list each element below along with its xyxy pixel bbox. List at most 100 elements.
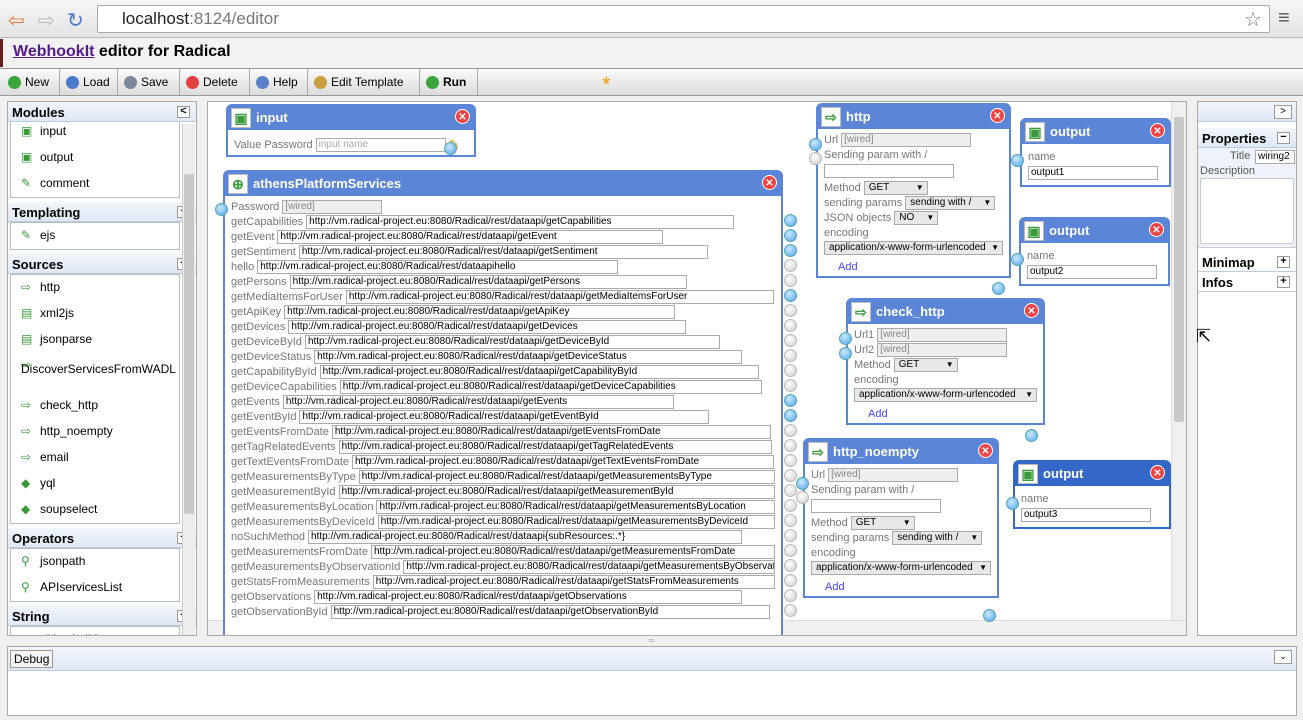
module-item-soupselect[interactable]: ◆ soupselect bbox=[11, 497, 179, 523]
module-item-jsonpath[interactable]: ⚲ jsonpath bbox=[11, 549, 179, 575]
module-header[interactable]: ▣ output ✕ bbox=[1015, 462, 1169, 486]
terminal[interactable] bbox=[784, 544, 797, 557]
close-icon[interactable]: ✕ bbox=[1024, 303, 1039, 318]
close-icon[interactable]: ✕ bbox=[990, 108, 1005, 123]
output-name-field[interactable]: output1 bbox=[1028, 166, 1158, 180]
section-templating[interactable]: Templating− bbox=[8, 202, 196, 222]
expand-infos-button[interactable]: + bbox=[1277, 276, 1290, 288]
service-url-input[interactable]: http://vm.radical-project.eu:8080/Radica… bbox=[330, 604, 770, 619]
close-icon[interactable]: ✕ bbox=[1150, 123, 1165, 138]
service-url-input[interactable]: http://vm.radical-project.eu:8080/Radica… bbox=[282, 394, 675, 409]
terminal[interactable] bbox=[215, 203, 228, 216]
back-icon[interactable]: ⇦ bbox=[8, 8, 25, 33]
service-url-input[interactable]: http://vm.radical-project.eu:8080/Radica… bbox=[376, 499, 775, 514]
sending-params-select[interactable]: sending with / bbox=[905, 195, 996, 210]
terminal[interactable] bbox=[796, 491, 809, 504]
service-url-input[interactable]: http://vm.radical-project.eu:8080/Radica… bbox=[298, 244, 709, 259]
terminal[interactable] bbox=[784, 484, 797, 497]
terminal[interactable] bbox=[784, 349, 797, 362]
terminal[interactable] bbox=[784, 439, 797, 452]
terminal[interactable] bbox=[784, 259, 797, 272]
terminal[interactable] bbox=[784, 394, 797, 407]
reload-icon[interactable]: ↻ bbox=[67, 8, 84, 33]
terminal[interactable] bbox=[784, 244, 797, 257]
service-url-input[interactable]: http://vm.radical-project.eu:8080/Radica… bbox=[377, 514, 775, 529]
terminal[interactable] bbox=[784, 454, 797, 467]
service-url-input[interactable]: http://vm.radical-project.eu:8080/Radica… bbox=[284, 304, 676, 319]
save-button[interactable]: Save bbox=[118, 69, 180, 95]
splitter-handle[interactable]: ═ bbox=[0, 637, 1303, 645]
terminal[interactable] bbox=[784, 529, 797, 542]
bookmark-star-icon[interactable]: ☆ bbox=[1244, 7, 1262, 32]
module-item-xml2js[interactable]: ▤ xml2js bbox=[11, 301, 179, 327]
wiring-title-input[interactable]: wiring2 bbox=[1255, 150, 1295, 164]
minimap-header[interactable]: Minimap + bbox=[1198, 252, 1296, 272]
module-item-jsonparse[interactable]: ▤ jsonparse bbox=[11, 327, 179, 353]
service-url-input[interactable]: http://vm.radical-project.eu:8080/Radica… bbox=[319, 364, 760, 379]
terminal[interactable] bbox=[784, 559, 797, 572]
terminal[interactable] bbox=[983, 609, 996, 622]
webhookit-link[interactable]: WebhookIt bbox=[13, 43, 94, 60]
terminal[interactable] bbox=[1006, 497, 1019, 510]
delete-button[interactable]: Delete bbox=[180, 69, 250, 95]
athens-platform-services-module[interactable]: ⊕ athensPlatformServices ✕ Password [wired] g… bbox=[223, 170, 783, 635]
terminal[interactable] bbox=[784, 409, 797, 422]
expand-minimap-button[interactable]: + bbox=[1277, 256, 1290, 268]
terminal[interactable] bbox=[784, 229, 797, 242]
method-select[interactable]: GET bbox=[863, 180, 928, 195]
service-url-input[interactable]: http://vm.radical-project.eu:8080/Radica… bbox=[370, 544, 775, 559]
terminal[interactable] bbox=[1011, 154, 1024, 167]
module-item-check_http[interactable]: ⇨ check_http bbox=[11, 393, 179, 419]
new-button[interactable]: New bbox=[2, 69, 60, 95]
section-modules[interactable]: Modules < bbox=[8, 102, 196, 122]
module-item-http_noempty[interactable]: ⇨ http_noempty bbox=[11, 419, 179, 445]
terminal[interactable] bbox=[784, 469, 797, 482]
output-module-2[interactable]: ▣ output ✕ name output2 bbox=[1019, 217, 1170, 286]
terminal[interactable] bbox=[839, 332, 852, 345]
close-icon[interactable]: ✕ bbox=[1150, 465, 1165, 480]
debug-button[interactable]: Debug bbox=[10, 650, 54, 668]
output-module-1[interactable]: ▣ output ✕ name output1 bbox=[1020, 118, 1171, 187]
module-header[interactable]: ▣ output ✕ bbox=[1021, 219, 1168, 243]
terminal[interactable] bbox=[809, 152, 822, 165]
terminal[interactable] bbox=[784, 589, 797, 602]
module-item-input[interactable]: ▣ input bbox=[11, 119, 179, 145]
terminal[interactable] bbox=[784, 364, 797, 377]
section-sources[interactable]: Sources− bbox=[8, 254, 196, 274]
terminal[interactable] bbox=[1025, 429, 1038, 442]
http-module[interactable]: ⇨ http ✕ Url [wired] Sending param with / Meth… bbox=[816, 103, 1011, 278]
expand-debug-button[interactable]: ⌄ bbox=[1274, 650, 1292, 664]
url-field[interactable]: [wired] bbox=[828, 467, 959, 482]
url2-field[interactable]: [wired] bbox=[877, 342, 1008, 357]
collapse-section-button[interactable]: < bbox=[177, 106, 190, 118]
address-bar[interactable]: localhost:8124/editor bbox=[97, 5, 1270, 33]
service-url-input[interactable]: http://vm.radical-project.eu:8080/Radica… bbox=[314, 589, 742, 604]
terminal[interactable] bbox=[784, 424, 797, 437]
section-string[interactable]: String− bbox=[8, 606, 196, 626]
terminal[interactable] bbox=[784, 499, 797, 512]
add-link[interactable]: Add bbox=[838, 261, 1003, 273]
terminal[interactable] bbox=[784, 289, 797, 302]
module-item-ejs[interactable]: ✎ ejs bbox=[11, 223, 179, 249]
terminal[interactable] bbox=[784, 514, 797, 527]
method-select[interactable]: GET bbox=[893, 357, 958, 372]
collapse-right-button[interactable]: > bbox=[1274, 105, 1292, 119]
service-url-input[interactable]: http://vm.radical-project.eu:8080/Radica… bbox=[338, 484, 775, 499]
service-url-input[interactable]: http://vm.radical-project.eu:8080/Radica… bbox=[331, 424, 772, 439]
service-url-input[interactable]: http://vm.radical-project.eu:8080/Radica… bbox=[299, 409, 709, 424]
wiring-canvas[interactable]: ▣input✕ValuePasswordinput name✎ ⊕athensPl… bbox=[207, 101, 1187, 636]
left-scrollbar[interactable] bbox=[182, 124, 195, 635]
service-url-input[interactable]: http://vm.radical-project.eu:8080/Radica… bbox=[277, 229, 663, 244]
module-item-discoverservicesfromwadl[interactable]: ⇨ DiscoverServicesFromWADL bbox=[11, 353, 179, 393]
terminal[interactable] bbox=[784, 379, 797, 392]
terminal[interactable] bbox=[784, 334, 797, 347]
encoding-select[interactable]: application/x-www-form-urlencoded bbox=[824, 240, 1003, 255]
http-noempty-module[interactable]: ⇨ http_noempty ✕ Url [wired] Sending param wi… bbox=[803, 438, 999, 598]
terminal[interactable] bbox=[784, 604, 797, 617]
module-header[interactable]: ▣ input ✕ bbox=[228, 106, 474, 130]
terminal[interactable] bbox=[1011, 253, 1024, 266]
check-http-module[interactable]: ⇨ check_http ✕ Url1 [wired] Url2 [wired] Method… bbox=[846, 298, 1045, 425]
forward-icon[interactable]: ⇨ bbox=[38, 8, 55, 33]
terminal[interactable] bbox=[796, 477, 809, 490]
module-header[interactable]: ⊕ athensPlatformServices ✕ bbox=[225, 172, 781, 196]
